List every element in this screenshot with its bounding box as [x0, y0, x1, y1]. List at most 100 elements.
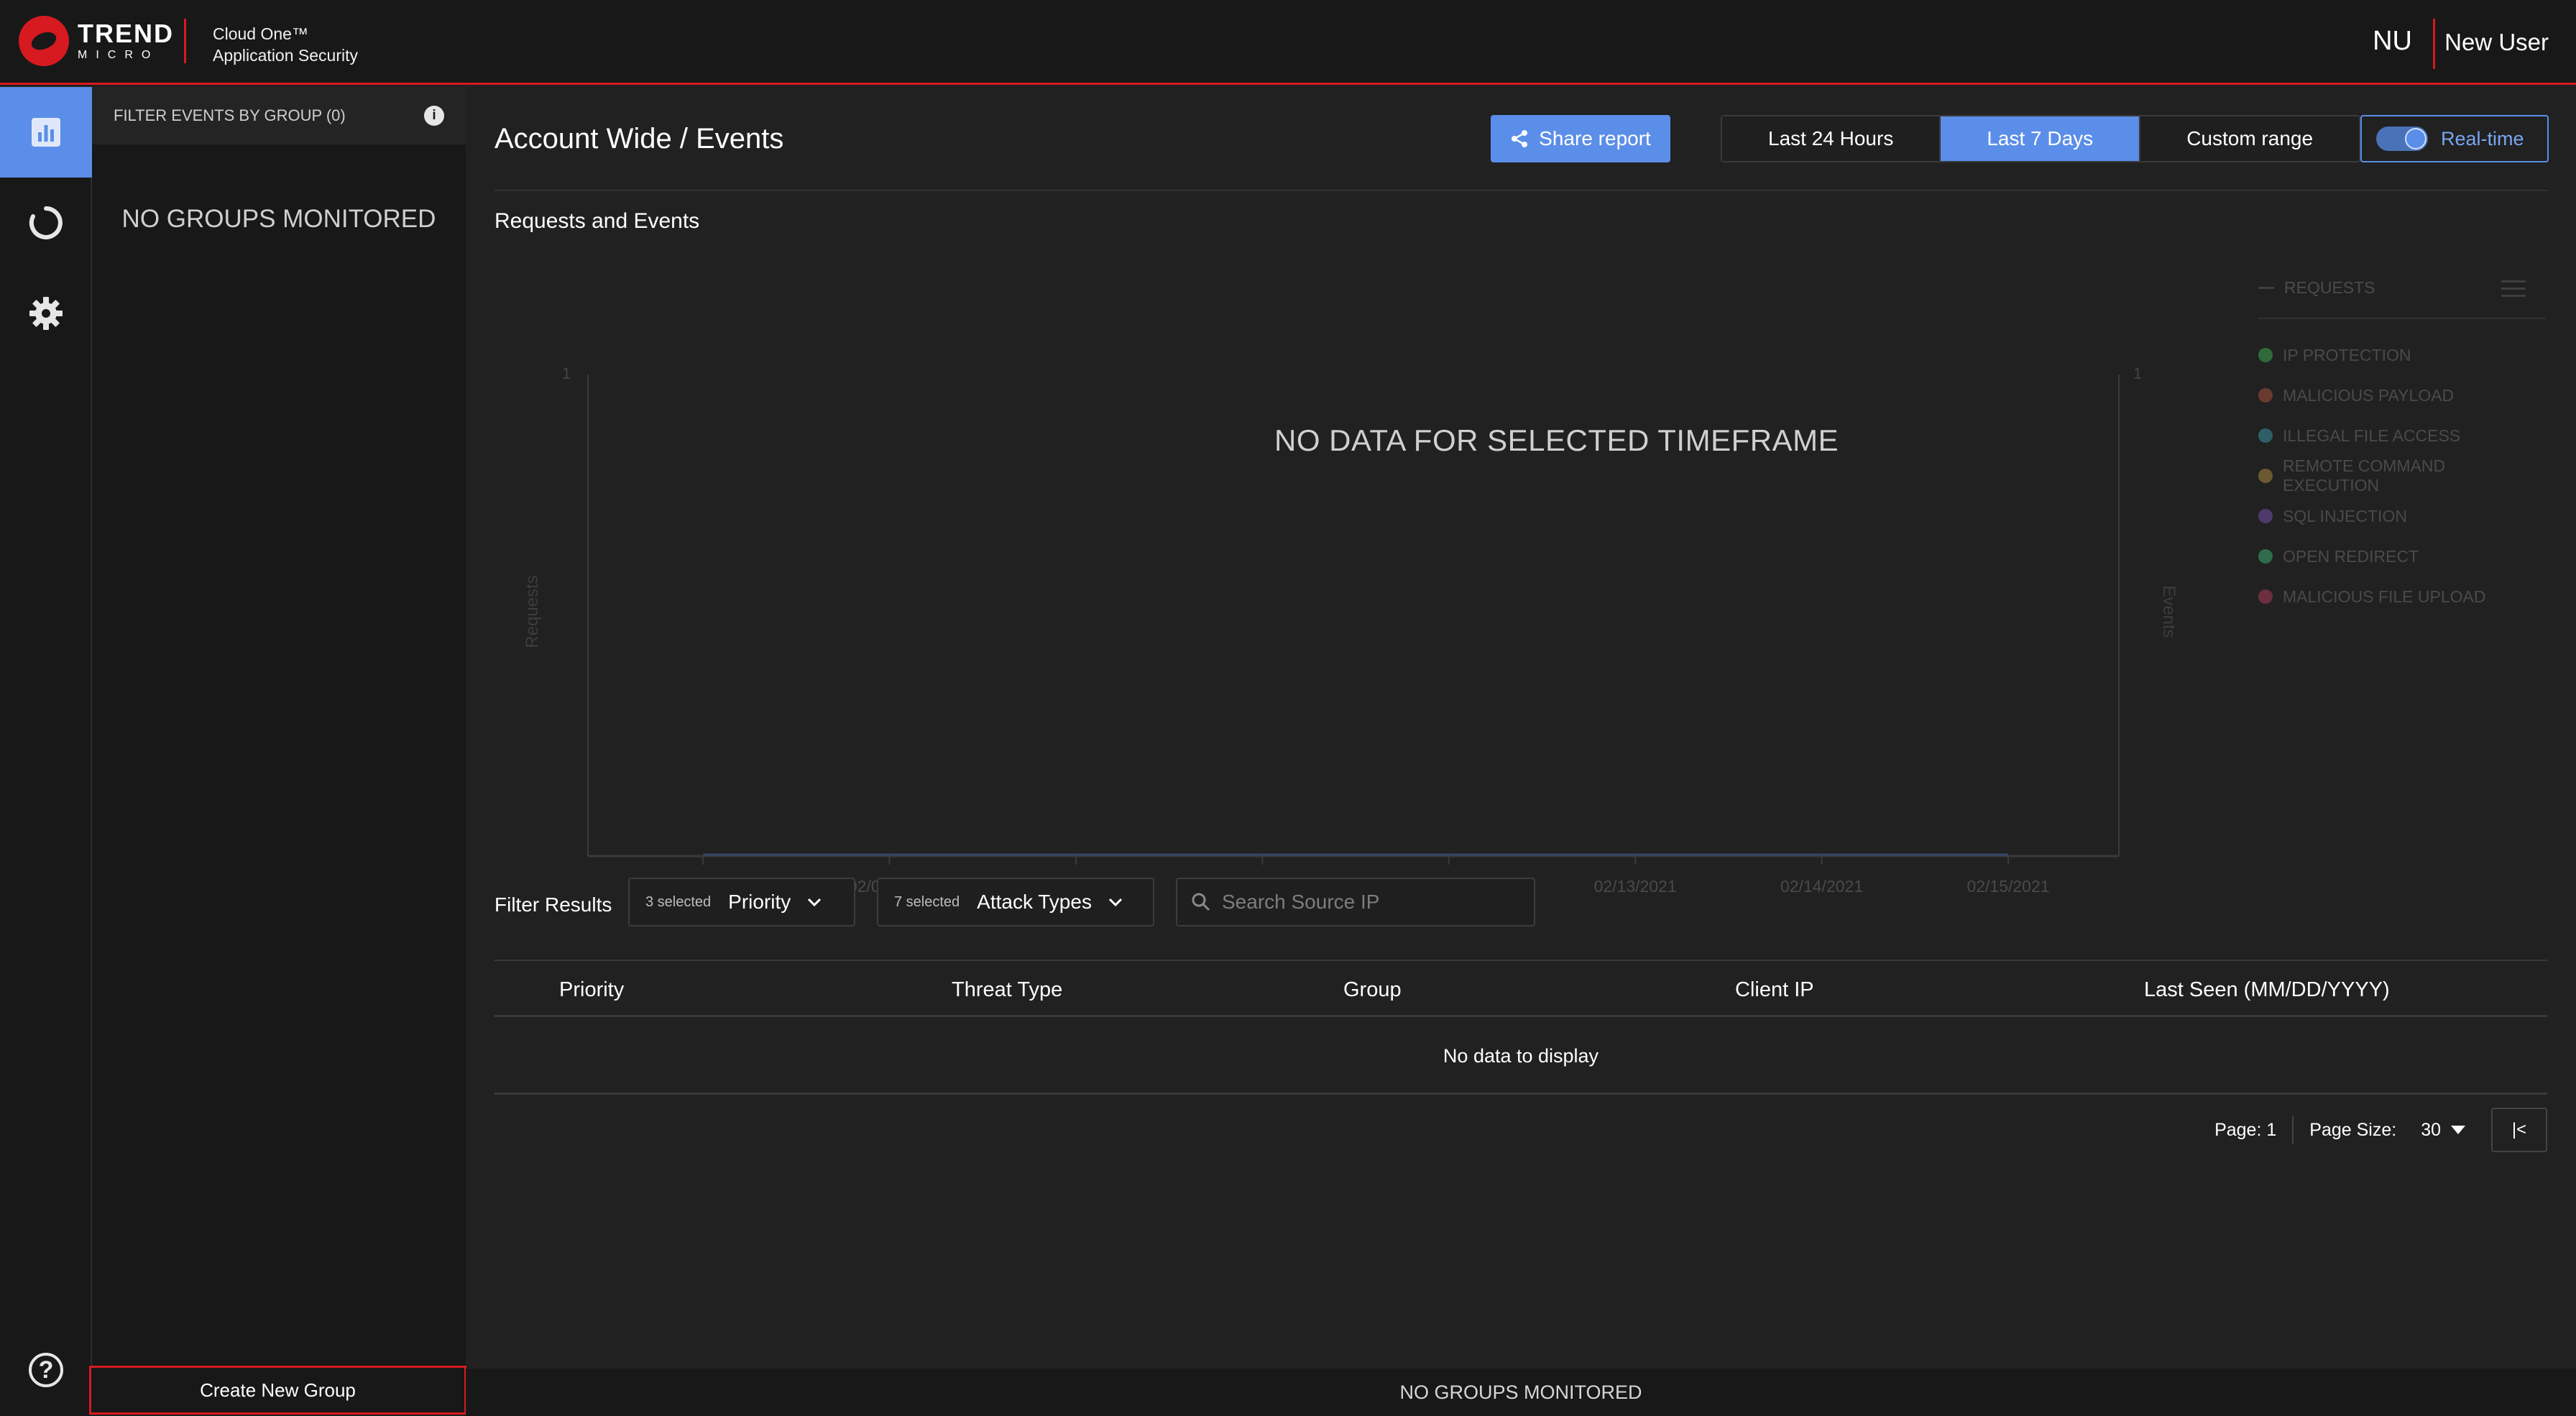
share-report-label: Share report — [1539, 127, 1651, 150]
legend-dot-icon — [2258, 589, 2273, 604]
search-source-ip[interactable] — [1176, 878, 1535, 927]
chart-menu-icon[interactable] — [2501, 280, 2526, 302]
help-icon[interactable]: ? — [29, 1353, 63, 1387]
pager-divider — [2292, 1116, 2294, 1144]
page-size-dropdown-icon[interactable] — [2451, 1126, 2465, 1134]
brand-subname: MICRO — [78, 49, 160, 61]
header-divider-line — [494, 190, 2547, 191]
legend-item[interactable]: ILLEGAL FILE ACCESS — [2258, 415, 2546, 456]
trend-micro-logo[interactable]: TREND MICRO — [19, 16, 174, 66]
user-initials[interactable]: NU — [2373, 26, 2412, 57]
chevron-down-icon — [808, 898, 822, 907]
user-divider — [2433, 19, 2435, 69]
chevron-down-icon — [1108, 898, 1123, 907]
legend-requests-label: REQUESTS — [2284, 277, 2375, 297]
legend-item[interactable]: REMOTE COMMAND EXECUTION — [2258, 456, 2546, 496]
share-report-button[interactable]: Share report — [1491, 115, 1670, 162]
legend-item-label: IP PROTECTION — [2283, 345, 2411, 364]
priority-count: 3 selected — [645, 893, 712, 910]
first-page-button[interactable]: |< — [2491, 1108, 2547, 1152]
refresh-icon — [29, 206, 63, 239]
priority-label: Priority — [728, 891, 791, 913]
legend-item[interactable]: SQL INJECTION — [2258, 496, 2546, 536]
toggle-switch[interactable] — [2376, 127, 2428, 151]
attack-types-count: 7 selected — [894, 893, 960, 910]
legend-item-label: MALICIOUS FILE UPLOAD — [2283, 587, 2486, 606]
time-range-selector: Last 24 Hours Last 7 Days Custom range — [1721, 115, 2361, 162]
legend-item[interactable]: MALICIOUS PAYLOAD — [2258, 375, 2546, 415]
filter-bar: Filter Results 3 selected Priority 7 sel… — [494, 878, 2547, 928]
page-size-value[interactable]: 30 — [2421, 1120, 2441, 1141]
legend-dot-icon — [2258, 549, 2273, 564]
info-icon[interactable]: i — [424, 106, 444, 126]
legend-item-label: REMOTE COMMAND EXECUTION — [2282, 456, 2446, 495]
column-client-ip[interactable]: Client IP — [1735, 978, 1814, 1002]
chart-empty-message: NO DATA FOR SELECTED TIMEFRAME — [1274, 423, 1839, 457]
footer-status: NO GROUPS MONITORED — [466, 1369, 2576, 1416]
product-line-2: Application Security — [213, 46, 358, 65]
page-label: Page: — [2214, 1119, 2262, 1140]
nav-settings[interactable] — [0, 268, 92, 359]
page-size-label: Page Size: — [2309, 1119, 2397, 1140]
search-input[interactable] — [1222, 891, 1524, 914]
y-tick-left: 1 — [562, 364, 571, 382]
main-content: Account Wide / Events Share report Last … — [466, 87, 2576, 1369]
share-icon — [1512, 130, 1528, 147]
section-title: Requests and Events — [494, 209, 700, 233]
legend-dot-icon — [2258, 428, 2273, 443]
search-icon — [1192, 893, 1210, 911]
product-line-1: Cloud One™ — [213, 24, 308, 43]
legend-item-label: ILLEGAL FILE ACCESS — [2283, 426, 2461, 445]
brand-name: TREND — [78, 19, 174, 48]
legend-divider — [2258, 318, 2546, 319]
page-title: Account Wide / Events — [494, 123, 784, 155]
legend-dot-icon — [2258, 509, 2273, 523]
header-divider — [184, 19, 186, 63]
priority-dropdown[interactable]: 3 selected Priority — [628, 878, 855, 927]
table-empty-message: No data to display — [494, 1017, 2547, 1095]
create-new-group-button[interactable]: Create New Group — [89, 1366, 466, 1415]
table-header: Priority Threat Type Group Client IP Las… — [494, 960, 2547, 1017]
legend-item[interactable]: IP PROTECTION — [2258, 335, 2546, 375]
legend-item[interactable]: OPEN REDIRECT — [2258, 536, 2546, 576]
legend-dot-icon — [2258, 388, 2273, 403]
range-custom[interactable]: Custom range — [2140, 116, 2360, 161]
groups-header: FILTER EVENTS BY GROUP (0) i — [92, 87, 466, 144]
column-group[interactable]: Group — [1343, 978, 1402, 1002]
y-axis-label-left: Requests — [523, 575, 542, 648]
column-threat-type[interactable]: Threat Type — [952, 978, 1062, 1002]
y-tick-right: 1 — [2133, 364, 2142, 382]
legend-item[interactable]: MALICIOUS FILE UPLOAD — [2258, 576, 2546, 617]
trend-micro-logo-icon — [19, 16, 69, 66]
filter-results-label: Filter Results — [494, 893, 612, 916]
legend-item-label: MALICIOUS PAYLOAD — [2283, 385, 2455, 405]
realtime-label: Real-time — [2441, 127, 2524, 150]
legend-dot-icon — [2258, 348, 2273, 362]
y-axis-label-right: Events — [2159, 585, 2179, 638]
product-name: Cloud One™ Application Security — [213, 23, 358, 66]
legend-dot-icon — [2258, 469, 2273, 483]
legend-item-label: OPEN REDIRECT — [2283, 546, 2419, 566]
legend-line-icon — [2258, 286, 2274, 289]
legend-item-label: SQL INJECTION — [2283, 506, 2407, 525]
top-bar: TREND MICRO Cloud One™ Application Secur… — [0, 0, 2576, 85]
gear-icon — [29, 297, 63, 330]
events-table: Priority Threat Type Group Client IP Las… — [494, 960, 2547, 1095]
range-last-24-hours[interactable]: Last 24 Hours — [1722, 116, 1941, 161]
column-priority[interactable]: Priority — [559, 978, 624, 1002]
pagination: Page: 1 Page Size: 30 |< — [2214, 1108, 2547, 1152]
bar-chart-icon — [32, 118, 60, 147]
range-last-7-days[interactable]: Last 7 Days — [1941, 116, 2141, 161]
nav-dashboard[interactable] — [0, 87, 92, 178]
realtime-toggle[interactable]: Real-time — [2360, 115, 2549, 162]
page-number: 1 — [2266, 1119, 2277, 1140]
nav-activity[interactable] — [0, 178, 92, 268]
attack-types-label: Attack Types — [977, 891, 1092, 913]
user-name[interactable]: New User — [2444, 29, 2549, 56]
nav-rail: ? — [0, 87, 92, 1416]
groups-header-label: FILTER EVENTS BY GROUP (0) — [114, 106, 346, 124]
attack-types-dropdown[interactable]: 7 selected Attack Types — [877, 878, 1154, 927]
groups-empty-message: NO GROUPS MONITORED — [121, 205, 436, 233]
column-last-seen[interactable]: Last Seen (MM/DD/YYYY) — [2144, 978, 2390, 1002]
groups-panel: FILTER EVENTS BY GROUP (0) i NO GROUPS M… — [92, 87, 466, 1369]
